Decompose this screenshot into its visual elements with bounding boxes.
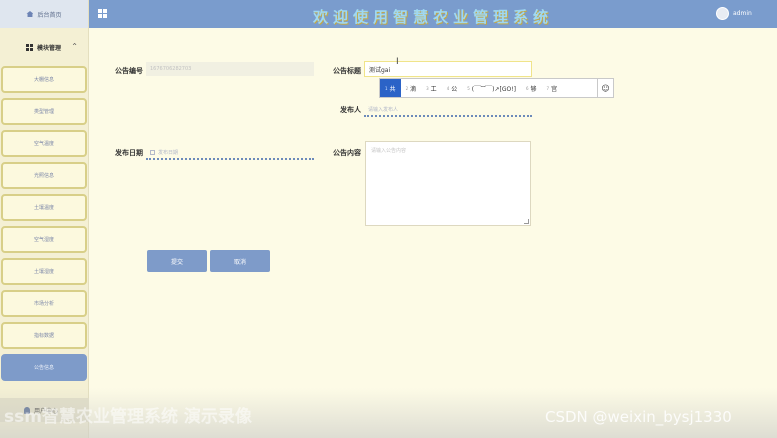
video-watermark: ssm智慧农业管理系统 演示录像 [4, 407, 252, 427]
ime-candidate[interactable]: 1共 [380, 79, 401, 97]
sidebar-item-label: 类型管理 [33, 109, 54, 115]
ime-candidate[interactable]: 2滴 [401, 79, 422, 97]
ime-text: 公 [451, 85, 458, 93]
sidebar-module-label: 模块管理 [37, 44, 62, 52]
text-cursor-icon: I [396, 57, 399, 67]
ime-candidate[interactable]: 5 (￣︶￣)↗[GO!] [462, 79, 521, 97]
sidebar-module-group[interactable]: 模块管理 ⌃ [0, 28, 88, 66]
sidebar-item-air-humidity[interactable]: 空气湿度 [1, 226, 87, 253]
sidebar-item-market[interactable]: 市场分析 [1, 290, 87, 317]
home-icon [26, 11, 34, 17]
ime-text: 工 [430, 85, 437, 93]
notice-no-field: 1676706282703 [146, 62, 314, 76]
ime-text: 共 [389, 85, 396, 93]
resize-handle-icon[interactable] [524, 219, 529, 224]
page-title: 欢迎使用智慧农业管理系统 [312, 8, 553, 26]
csdn-watermark: CSDN @weixin_bysj1330 [545, 408, 732, 426]
ime-index: 7 [546, 85, 550, 91]
ime-candidate[interactable]: 7宫 [542, 79, 563, 97]
emoji-icon[interactable]: ☺ [597, 79, 613, 97]
sidebar-menu: 大棚信息 类型管理 空气温度 光照信息 土壤温度 空气湿度 土壤湿度 市场分析 … [0, 66, 88, 381]
content-placeholder: 请输入公告内容 [371, 148, 407, 154]
sidebar-item-metrics[interactable]: 指标数据 [1, 322, 87, 349]
publisher-label: 发布人 [340, 106, 361, 114]
content-textarea[interactable]: 请输入公告内容 [365, 141, 531, 226]
publish-date-input[interactable]: 发布日期 [146, 146, 314, 160]
sidebar-item-soil-temp[interactable]: 土壤温度 [1, 194, 87, 221]
content-label: 公告内容 [333, 149, 361, 157]
sidebar: 后台首页 模块管理 ⌃ 大棚信息 类型管理 空气温度 光照信息 土壤温度 空气湿… [0, 0, 89, 438]
sidebar-item-label: 空气温度 [33, 141, 54, 147]
ime-text: 宫 [551, 85, 558, 93]
ime-text: (￣︶￣)↗[GO!] [471, 85, 516, 93]
calendar-icon [150, 149, 155, 155]
avatar[interactable] [716, 7, 729, 20]
ime-index: 5 [467, 85, 470, 91]
notice-title-input[interactable]: 测试gai [364, 61, 532, 77]
ime-index: 2 [405, 85, 409, 91]
sidebar-item-light[interactable]: 光照信息 [1, 162, 87, 189]
chevron-up-icon: ⌃ [71, 42, 78, 51]
ime-index: 1 [385, 85, 388, 91]
ime-text: 够 [530, 85, 537, 93]
ime-index: 4 [446, 85, 450, 91]
sidebar-item-types[interactable]: 类型管理 [1, 98, 87, 125]
sidebar-item-label: 土壤温度 [33, 205, 54, 211]
ime-index: 3 [426, 85, 429, 91]
submit-button[interactable]: 提交 [147, 250, 207, 272]
notice-title-label: 公告标题 [333, 67, 361, 75]
sidebar-item-label: 光照信息 [33, 173, 54, 179]
cancel-button[interactable]: 取消 [210, 250, 270, 272]
sidebar-home[interactable]: 后台首页 [0, 0, 88, 28]
ime-candidate-bar: 1共 2滴 3工 4公 5 (￣︶￣)↗[GO!] 6够 7宫 ☺ [379, 78, 614, 98]
publish-date-placeholder: 发布日期 [158, 149, 179, 156]
sidebar-item-label: 公告信息 [33, 365, 54, 371]
grid-icon [26, 43, 33, 51]
sidebar-item-label: 空气湿度 [33, 237, 54, 243]
sidebar-item-label: 大棚信息 [33, 77, 54, 83]
sidebar-item-air-temp[interactable]: 空气温度 [1, 130, 87, 157]
ime-text: 滴 [410, 85, 417, 93]
publisher-input[interactable]: 请输入发布人 [364, 103, 532, 117]
sidebar-item-soil-humidity[interactable]: 土壤湿度 [1, 258, 87, 285]
ime-candidate[interactable]: 3工 [421, 79, 442, 97]
sidebar-home-label: 后台首页 [37, 11, 62, 19]
sidebar-item-notices[interactable]: 公告信息 [1, 354, 87, 381]
username-label[interactable]: admin [733, 10, 752, 17]
notice-no-label: 公告编号 [115, 67, 143, 75]
top-header: 欢迎使用智慧农业管理系统 admin [89, 0, 777, 28]
ime-candidate[interactable]: 6够 [521, 79, 542, 97]
ime-index: 6 [525, 85, 529, 91]
publish-date-label: 发布日期 [115, 149, 143, 157]
sidebar-item-label: 土壤湿度 [33, 269, 54, 275]
ime-candidate[interactable]: 4公 [442, 79, 463, 97]
sidebar-item-label: 市场分析 [33, 301, 54, 307]
sidebar-item-label: 指标数据 [33, 333, 54, 339]
sidebar-item-greenhouse[interactable]: 大棚信息 [1, 66, 87, 93]
